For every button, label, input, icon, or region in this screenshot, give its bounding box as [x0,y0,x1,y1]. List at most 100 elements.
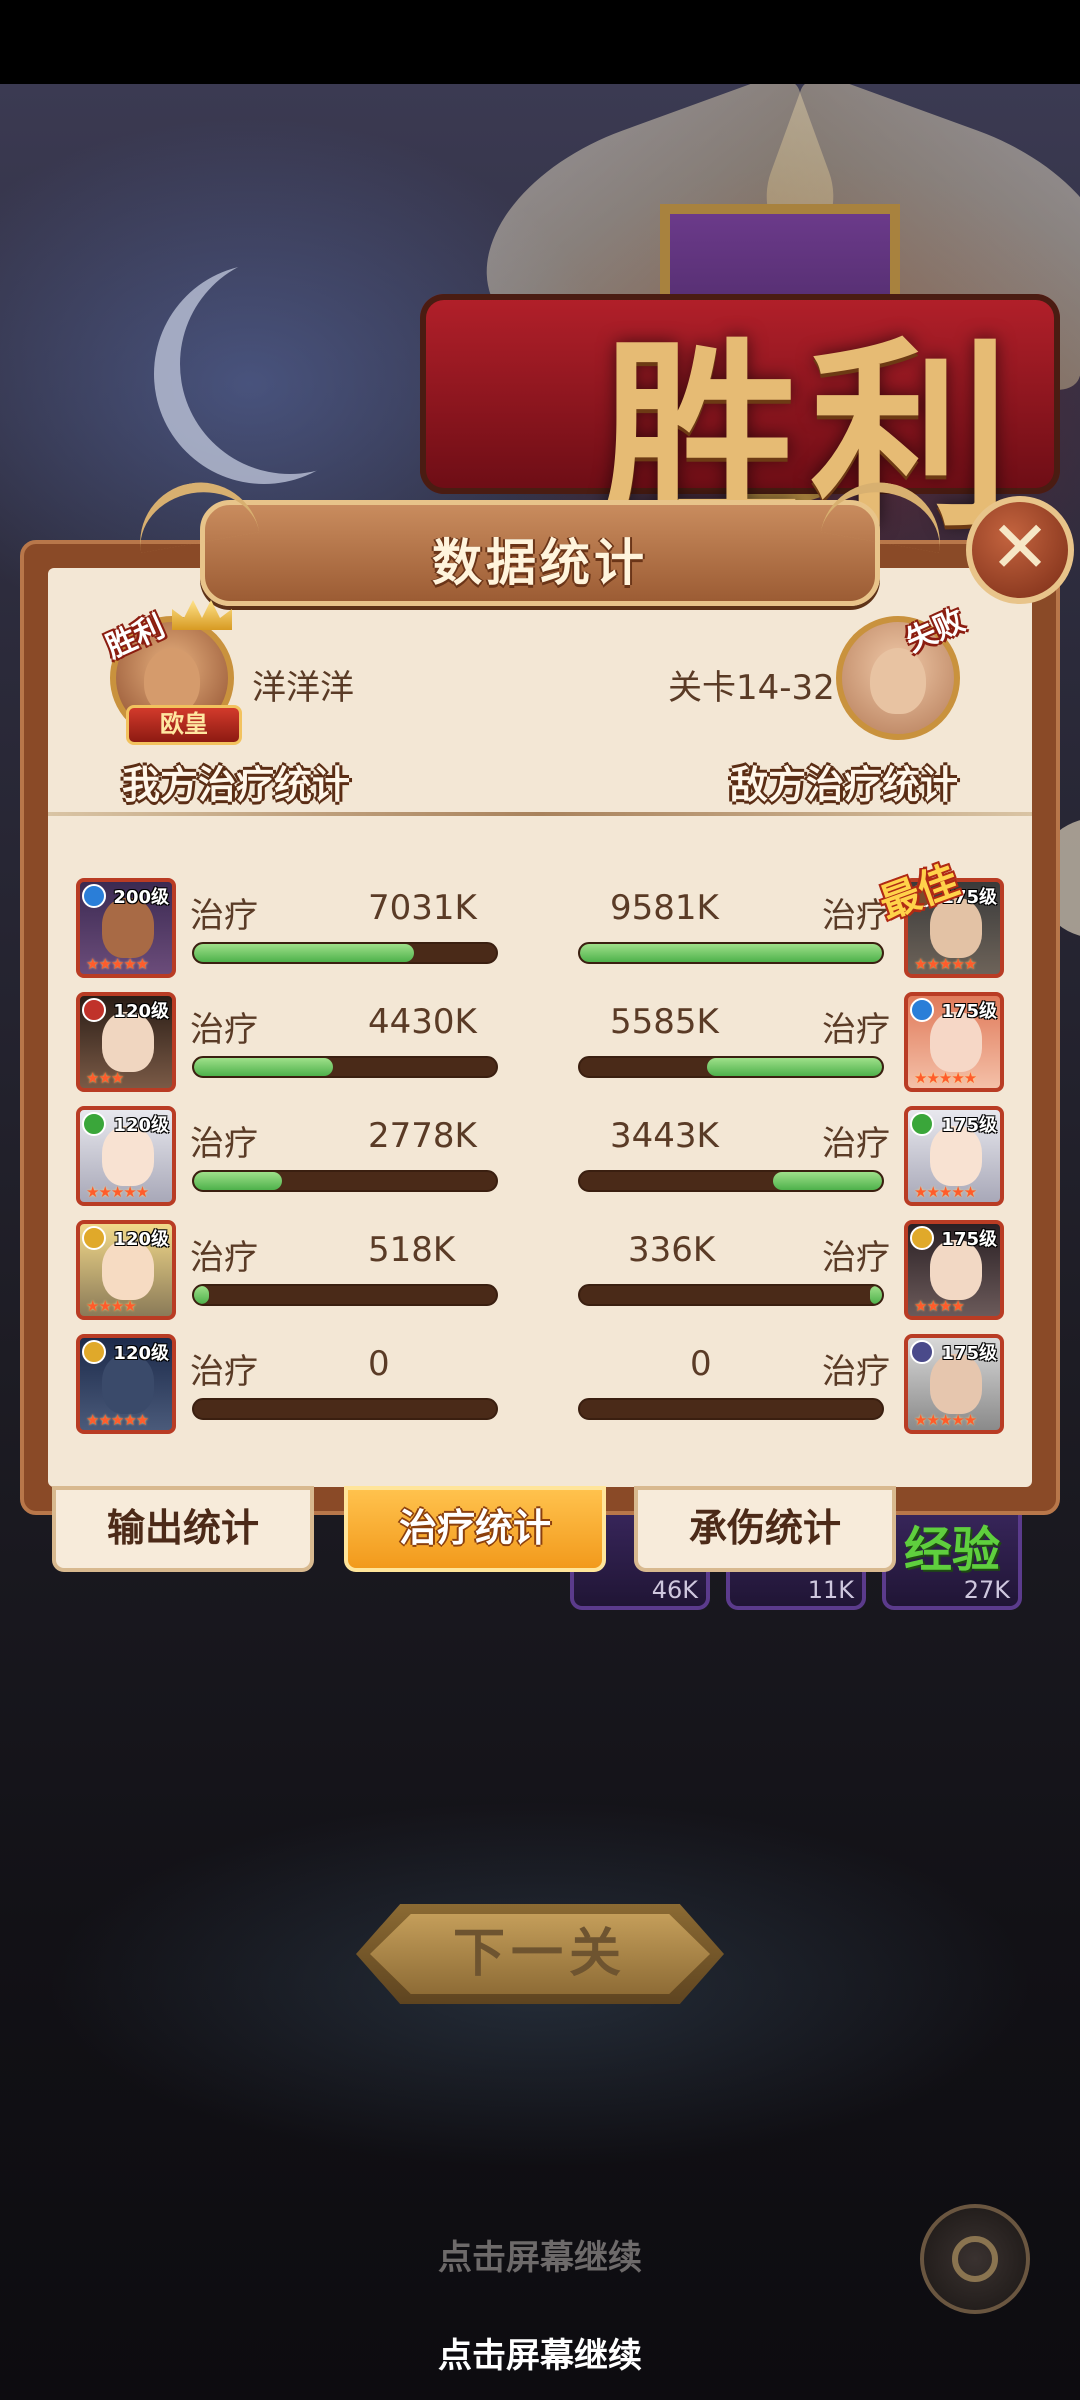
pie-chart-icon [952,2236,998,2282]
moon-ornament [180,254,400,474]
heal-bar-fill [194,1172,282,1190]
enemy-section-label: 敌方治疗统计 [730,763,959,807]
hero-level: 175级 [941,1229,997,1250]
tab-healing[interactable]: 治疗统计 [344,1486,606,1572]
element-icon [82,998,106,1022]
heal-label: 治疗 [822,1010,890,1050]
heal-bar-ally [192,1398,498,1420]
heal-label: 治疗 [190,1352,258,1392]
heal-value: 0 [690,1344,712,1384]
heal-bar-fill [580,944,882,962]
tab-damage-taken[interactable]: 承伤统计 [634,1486,896,1572]
star-rating: ★★★★★ [914,1183,977,1201]
ally-hero-portrait[interactable]: 120级 ★★★★★ [76,1106,176,1206]
reward-count: 27K [963,1576,1010,1604]
hero-level: 120级 [113,1001,169,1022]
heal-bar-fill [194,1286,210,1304]
hero-level: 175级 [941,1343,997,1364]
heal-value: 2778K [368,1116,477,1156]
heal-bar-ally [192,1284,498,1306]
tab-damage[interactable]: 输出统计 [52,1486,314,1572]
heal-row: 120级 ★★★ 治疗 4430K 5585K 治疗 175级 ★★★★★ [0,992,1080,1102]
enemy-hero-portrait[interactable]: 175级 ★★★★★ [904,992,1004,1092]
ally-hero-portrait[interactable]: 120级 ★★★★★ [76,1334,176,1434]
star-rating: ★★★★★ [86,1183,149,1201]
header-divider [48,812,1032,816]
heal-value: 4430K [368,1002,477,1042]
rank-ribbon: 欧皇 [126,705,242,745]
heal-value: 0 [368,1344,390,1384]
heal-value: 3443K [610,1116,719,1156]
reward-count: 46K [651,1576,698,1604]
enemy-hero-portrait[interactable]: 175级 ★★★★★ [904,1334,1004,1434]
element-icon [910,1226,934,1250]
heal-value: 5585K [610,1002,719,1042]
hero-level: 120级 [113,1115,169,1136]
element-icon [82,1112,106,1136]
enemy-stage-name: 关卡14-32 [668,668,835,708]
heal-bar-enemy [578,1398,884,1420]
heal-label: 治疗 [190,1238,258,1278]
stats-pie-button[interactable] [920,2204,1030,2314]
heal-bar-enemy [578,942,884,964]
heal-bar-fill [869,1286,882,1304]
heal-label: 治疗 [822,1238,890,1278]
star-rating: ★★★ [86,1069,124,1087]
heal-bar-ally [192,942,498,964]
star-rating: ★★★★★ [914,955,977,973]
heal-bar-fill [194,1058,333,1076]
enemy-hero-portrait[interactable]: 175级 ★★★★ [904,1220,1004,1320]
panel-title-plate: 数据统计 [200,500,880,606]
tap-to-continue-hint[interactable]: 点击屏幕继续 [0,2328,1080,2377]
element-icon [910,1340,934,1364]
star-rating: ★★★★★ [86,955,149,973]
heal-label: 治疗 [190,1010,258,1050]
ally-hero-portrait[interactable]: 200级 ★★★★★ [76,878,176,978]
panel-title: 数据统计 [432,534,648,592]
element-icon [82,1226,106,1250]
stats-tab-bar: 输出统计 治疗统计 承伤统计 [0,1486,1080,1576]
heal-label: 治疗 [190,1124,258,1164]
heal-bar-ally [192,1170,498,1192]
star-rating: ★★★★★ [914,1069,977,1087]
star-rating: ★★★★★ [914,1411,977,1429]
heal-bar-enemy [578,1170,884,1192]
hero-level: 120级 [113,1229,169,1250]
enemy-hero-portrait[interactable]: 175级 ★★★★★ [904,1106,1004,1206]
heal-row: 120级 ★★★★★ 治疗 2778K 3443K 治疗 175级 ★★★★★ [0,1106,1080,1216]
reward-count: 11K [807,1576,854,1604]
heal-label: 治疗 [822,1124,890,1164]
hero-level: 120级 [113,1343,169,1364]
heal-bar-fill [773,1172,882,1190]
element-icon [82,884,106,908]
star-rating: ★★★★ [86,1297,137,1315]
heal-bar-ally [192,1056,498,1078]
element-icon [910,1112,934,1136]
heal-bar-fill [194,944,415,962]
heal-label: 治疗 [190,896,258,936]
tap-to-continue-hint-faded[interactable]: 点击屏幕继续 [0,2230,1080,2279]
heal-bar-enemy [578,1056,884,1078]
hero-level: 200级 [113,887,169,908]
star-rating: ★★★★★ [86,1411,149,1429]
hero-level: 175级 [941,1115,997,1136]
heal-bar-enemy [578,1284,884,1306]
heal-bar-fill [706,1058,882,1076]
element-icon [82,1340,106,1364]
close-button[interactable]: ✕ [966,496,1074,604]
next-level-button[interactable]: 下一关 [370,1914,710,1994]
ally-hero-portrait[interactable]: 120级 ★★★★ [76,1220,176,1320]
heal-row: 120级 ★★★★★ 治疗 0 0 治疗 175级 ★★★★★ [0,1334,1080,1444]
heal-value: 518K [368,1230,456,1270]
player-name: 洋洋洋 [252,668,354,708]
heal-value: 9581K [610,888,719,928]
hero-level: 175级 [941,1001,997,1022]
heal-label: 治疗 [822,1352,890,1392]
heal-row: 120级 ★★★★ 治疗 518K 336K 治疗 175级 ★★★★ [0,1220,1080,1330]
ally-hero-portrait[interactable]: 120级 ★★★ [76,992,176,1092]
ally-section-label: 我方治疗统计 [122,763,351,807]
heal-value: 336K [628,1230,716,1270]
element-icon [910,998,934,1022]
star-rating: ★★★★ [914,1297,965,1315]
heal-value: 7031K [368,888,477,928]
